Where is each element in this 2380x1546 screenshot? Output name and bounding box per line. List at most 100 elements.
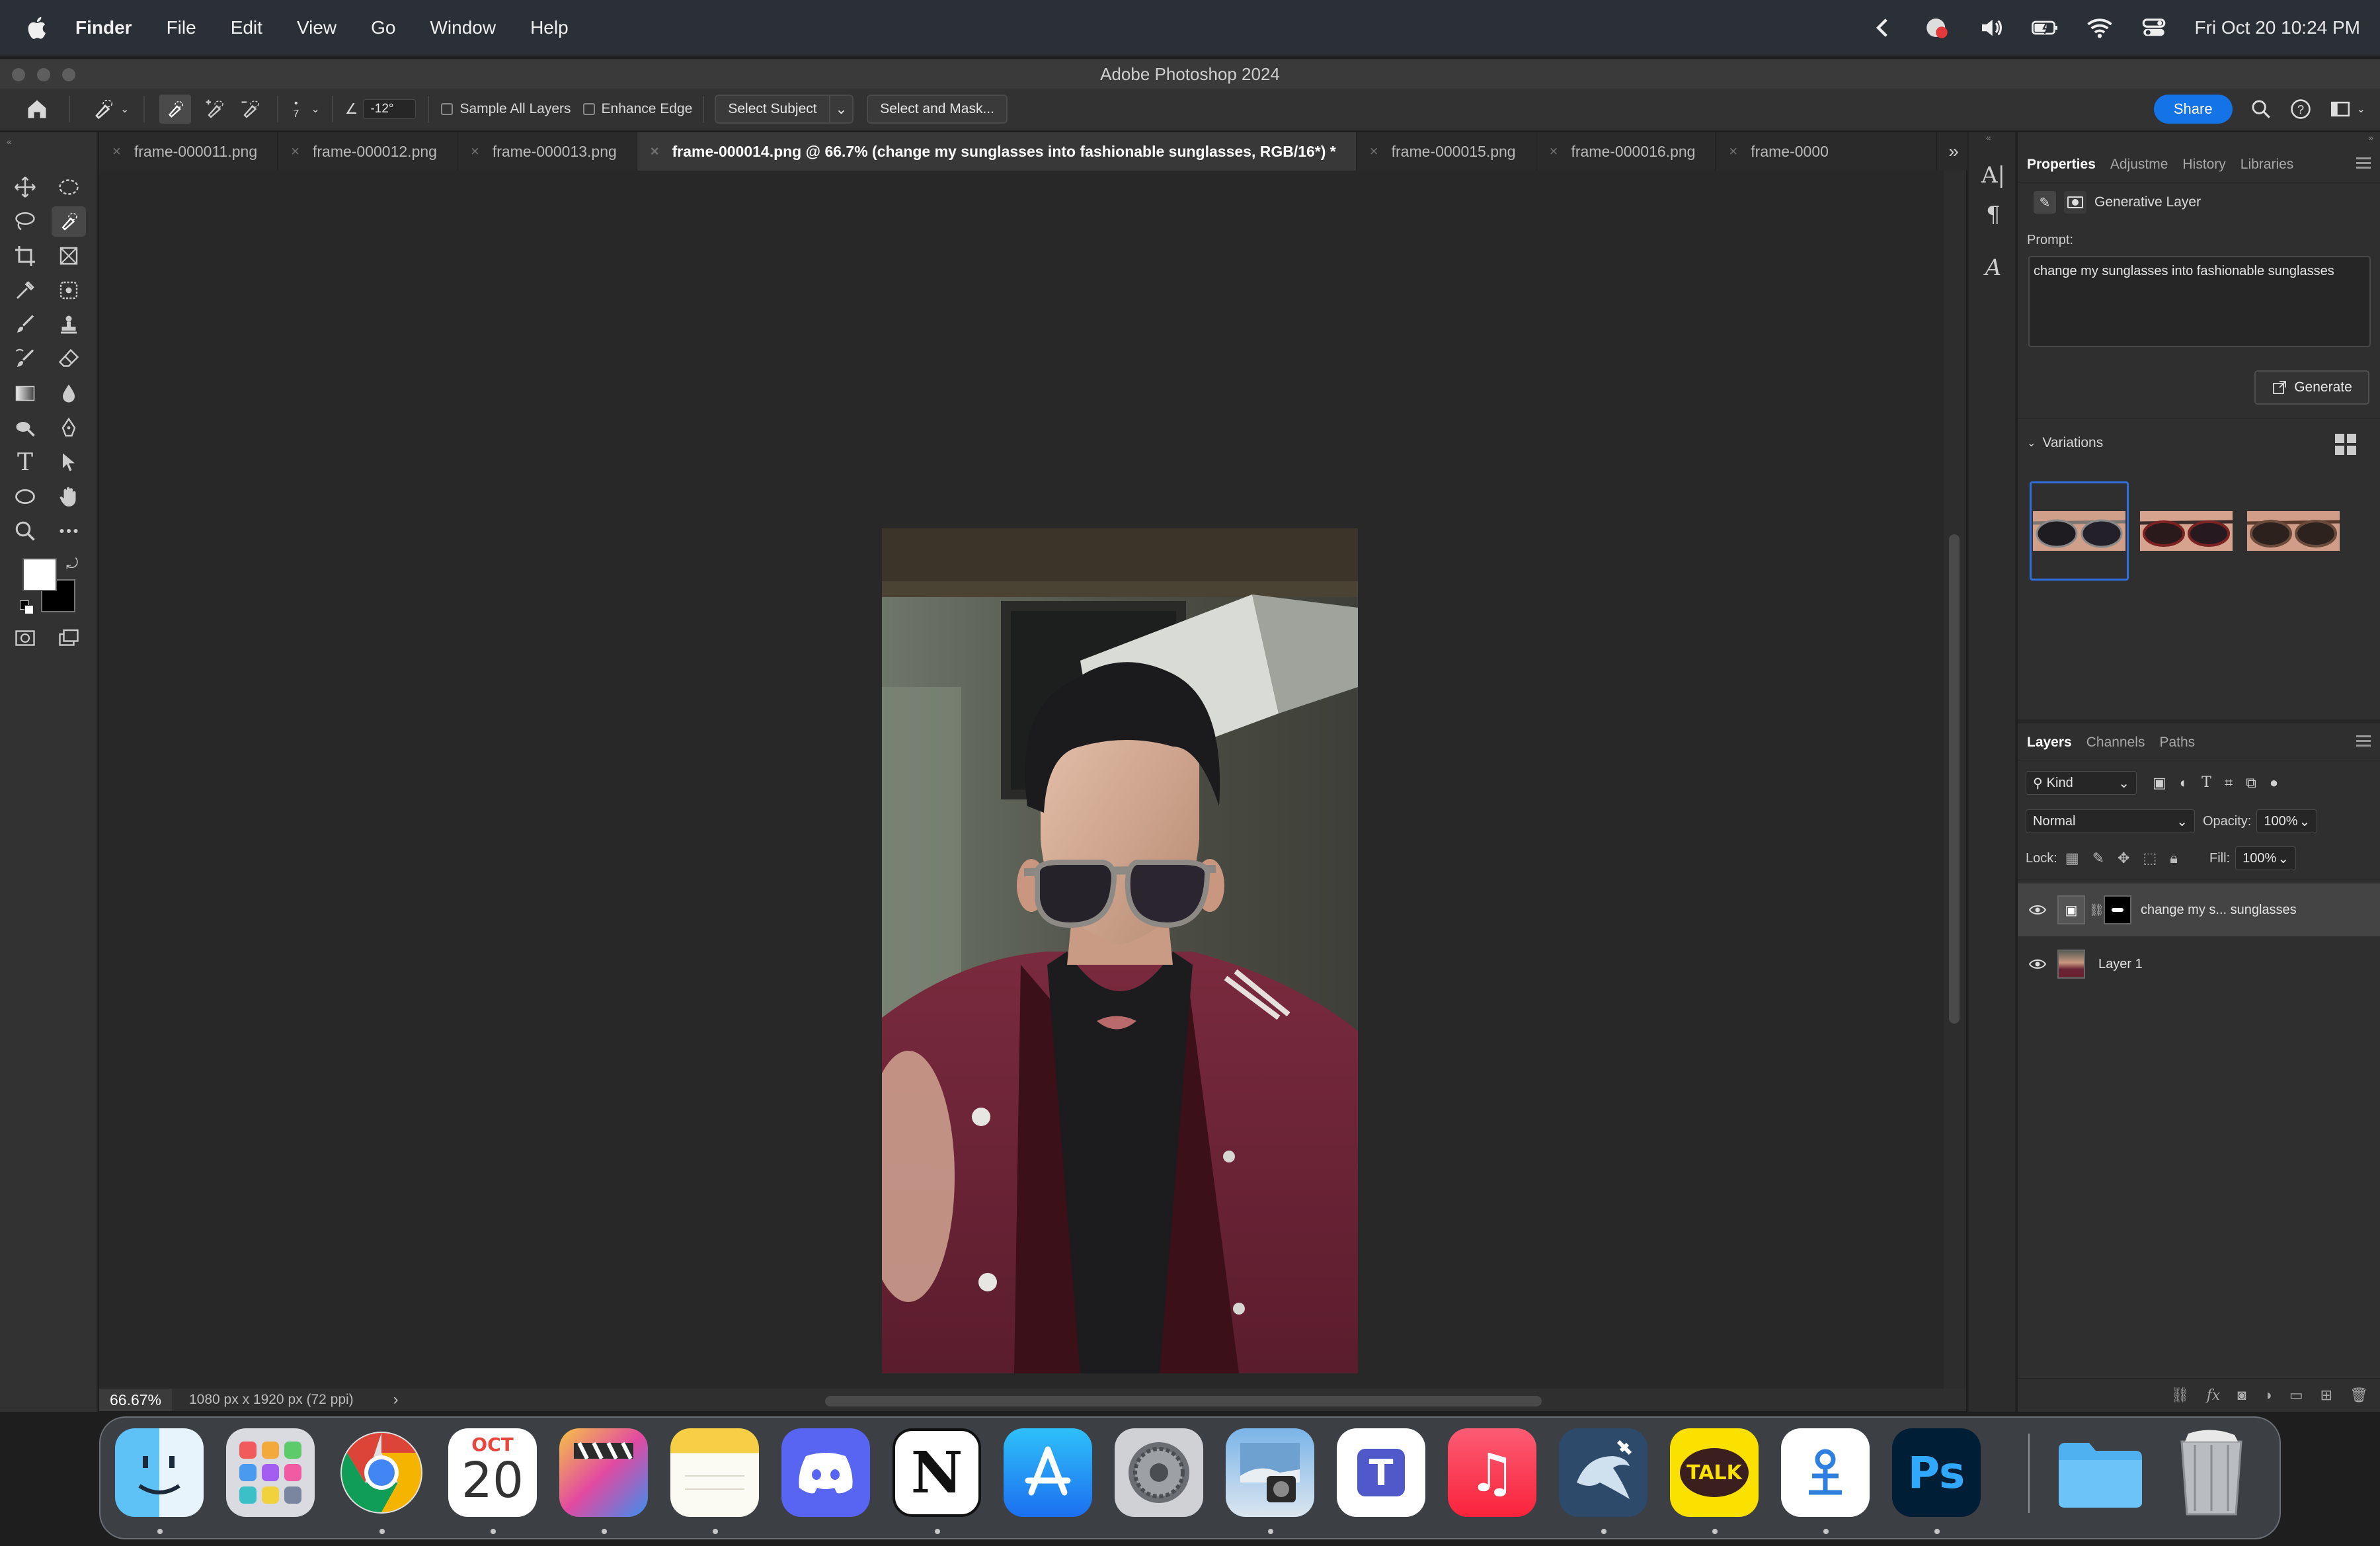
canvas-area[interactable] bbox=[99, 171, 1944, 1389]
ellipse-tool-icon[interactable] bbox=[8, 481, 42, 512]
collapse-panels-icon[interactable]: » bbox=[2368, 132, 2373, 143]
chevron-left-icon[interactable] bbox=[1869, 14, 1897, 42]
generate-button[interactable]: Generate bbox=[2254, 370, 2369, 405]
layer-effects-icon[interactable]: fx bbox=[2207, 1387, 2221, 1404]
move-tool-icon[interactable] bbox=[8, 172, 42, 202]
filter-type-icon[interactable]: T bbox=[2202, 774, 2211, 792]
lock-position-icon[interactable]: ✥ bbox=[2118, 850, 2129, 867]
tab-frame-000011[interactable]: × frame-000011.png bbox=[99, 132, 278, 171]
help-icon[interactable]: ? bbox=[2289, 98, 2312, 120]
adjustment-layer-icon[interactable]: ◑ bbox=[2264, 1387, 2272, 1404]
new-group-icon[interactable]: ▭ bbox=[2289, 1387, 2303, 1404]
menu-app-name[interactable]: Finder bbox=[75, 17, 132, 38]
dock-system-settings[interactable] bbox=[1115, 1428, 1203, 1517]
dock-photoshop[interactable]: Ps bbox=[1892, 1428, 1981, 1517]
eyedropper-tool-icon[interactable] bbox=[8, 275, 42, 305]
zoom-window-button[interactable] bbox=[62, 68, 75, 81]
layers-menu-icon[interactable] bbox=[2356, 735, 2371, 749]
close-tab-icon[interactable]: × bbox=[1550, 143, 1558, 160]
lock-artboard-icon[interactable]: ⬚ bbox=[2143, 850, 2157, 867]
close-window-button[interactable] bbox=[12, 68, 25, 81]
dock-discord[interactable] bbox=[781, 1428, 870, 1517]
new-layer-icon[interactable]: ⊞ bbox=[2320, 1387, 2332, 1404]
visibility-eye-icon[interactable] bbox=[2018, 958, 2057, 970]
tab-channels[interactable]: Channels bbox=[2086, 735, 2145, 751]
filter-smart-object-icon[interactable]: ⧉ bbox=[2246, 774, 2256, 792]
battery-icon[interactable] bbox=[2032, 14, 2059, 42]
tab-frame-000015[interactable]: × frame-000015.png bbox=[1357, 132, 1536, 171]
menubar-clock[interactable]: Fri Oct 20 10:24 PM bbox=[2194, 17, 2360, 38]
expand-panels-icon[interactable]: « bbox=[1986, 132, 1991, 143]
close-tab-icon[interactable]: × bbox=[1729, 143, 1737, 160]
variation-thumbnail-3[interactable] bbox=[2244, 481, 2343, 581]
properties-menu-icon[interactable] bbox=[2356, 157, 2371, 171]
filter-toggle-icon[interactable]: ● bbox=[2270, 774, 2278, 792]
tab-adjustments[interactable]: Adjustme bbox=[2110, 157, 2168, 173]
more-tools-icon[interactable] bbox=[52, 516, 86, 546]
lock-image-icon[interactable]: ✎ bbox=[2092, 850, 2104, 867]
close-tab-icon[interactable]: × bbox=[1370, 143, 1378, 160]
new-selection-button[interactable] bbox=[159, 95, 192, 124]
document-photo[interactable] bbox=[882, 528, 1358, 1373]
apple-icon[interactable] bbox=[24, 14, 52, 42]
wifi-icon[interactable] bbox=[2086, 14, 2114, 42]
dock-chrome[interactable] bbox=[337, 1428, 426, 1517]
blend-mode-select[interactable]: Normal ⌄ bbox=[2026, 809, 2195, 833]
variation-thumbnail-2[interactable] bbox=[2137, 481, 2236, 581]
subtract-from-selection-icon[interactable] bbox=[239, 97, 262, 121]
dock-calendar[interactable]: OCT 20 bbox=[448, 1428, 537, 1517]
variations-grid-icon[interactable] bbox=[2335, 434, 2356, 455]
tab-frame-000014-active[interactable]: × frame-000014.png @ 66.7% (change my sun… bbox=[637, 132, 1357, 171]
crop-tool-icon[interactable] bbox=[8, 241, 42, 271]
lock-transparent-icon[interactable]: ▦ bbox=[2065, 850, 2079, 867]
history-brush-icon[interactable] bbox=[8, 344, 42, 374]
brush-tool-icon[interactable] bbox=[8, 309, 42, 340]
dock-trash[interactable] bbox=[2167, 1428, 2256, 1517]
brush-size-chevron-icon[interactable]: ⌄ bbox=[311, 102, 319, 116]
dock-finder[interactable] bbox=[115, 1428, 204, 1517]
add-mask-icon[interactable]: ◙ bbox=[2237, 1387, 2246, 1404]
swap-colors-icon[interactable]: ⤾ bbox=[66, 555, 78, 573]
spot-healing-tool-icon[interactable] bbox=[52, 275, 86, 305]
status-more-icon[interactable]: › bbox=[393, 1391, 399, 1409]
blur-tool-icon[interactable] bbox=[52, 378, 86, 409]
enhance-edge-checkbox[interactable] bbox=[582, 103, 595, 115]
variation-thumbnail-1[interactable] bbox=[2030, 481, 2129, 581]
quick-selection-preset-icon[interactable] bbox=[90, 96, 116, 122]
workspace-chevron-icon[interactable]: ⌄ bbox=[2357, 102, 2365, 116]
workspace-icon[interactable] bbox=[2329, 98, 2352, 120]
tab-frame-000012[interactable]: × frame-000012.png bbox=[278, 132, 457, 171]
horizontal-scroll-thumb[interactable] bbox=[825, 1396, 1542, 1406]
dodge-tool-icon[interactable] bbox=[8, 413, 42, 443]
screen-record-icon[interactable] bbox=[1923, 14, 1951, 42]
eraser-tool-icon[interactable] bbox=[52, 344, 86, 374]
paragraph-panel-icon[interactable]: ¶ bbox=[1977, 198, 2010, 231]
home-icon[interactable] bbox=[25, 97, 49, 121]
glyphs-panel-icon[interactable]: A bbox=[1977, 251, 2010, 284]
tab-layers[interactable]: Layers bbox=[2027, 735, 2072, 751]
link-layers-icon[interactable]: ⛓ bbox=[2171, 1387, 2190, 1404]
stamp-tool-icon[interactable] bbox=[52, 309, 86, 340]
menu-edit[interactable]: Edit bbox=[231, 17, 262, 38]
frame-tool-icon[interactable] bbox=[52, 241, 86, 271]
share-button[interactable]: Share bbox=[2153, 95, 2233, 124]
close-tab-icon[interactable]: × bbox=[112, 143, 121, 160]
vertical-scroll-thumb[interactable] bbox=[1949, 534, 1960, 1024]
menu-window[interactable]: Window bbox=[430, 17, 496, 38]
lasso-tool-icon[interactable] bbox=[8, 206, 42, 237]
type-tool-icon[interactable]: T bbox=[8, 447, 42, 477]
close-tab-icon[interactable]: × bbox=[291, 143, 299, 160]
quick-mask-icon[interactable] bbox=[8, 623, 42, 653]
character-panel-icon[interactable]: A| bbox=[1977, 159, 2010, 192]
close-tab-icon[interactable]: × bbox=[471, 143, 479, 160]
select-and-mask-button[interactable]: Select and Mask... bbox=[867, 95, 1008, 124]
document-info[interactable]: 1080 px x 1920 px (72 ppi) bbox=[189, 1392, 354, 1408]
brush-size-picker[interactable]: • 7 bbox=[293, 99, 299, 120]
tab-history[interactable]: History bbox=[2182, 157, 2225, 173]
dock-music[interactable]: ♫ bbox=[1448, 1428, 1536, 1517]
menu-help[interactable]: Help bbox=[530, 17, 569, 38]
delete-layer-icon[interactable]: 🗑︎ bbox=[2350, 1387, 2368, 1404]
layer-row-generative[interactable]: ▣ ⛓ change my s... sunglasses bbox=[2018, 883, 2380, 936]
quick-selection-tool-icon[interactable] bbox=[52, 206, 86, 237]
dock-final-cut[interactable] bbox=[559, 1428, 648, 1517]
